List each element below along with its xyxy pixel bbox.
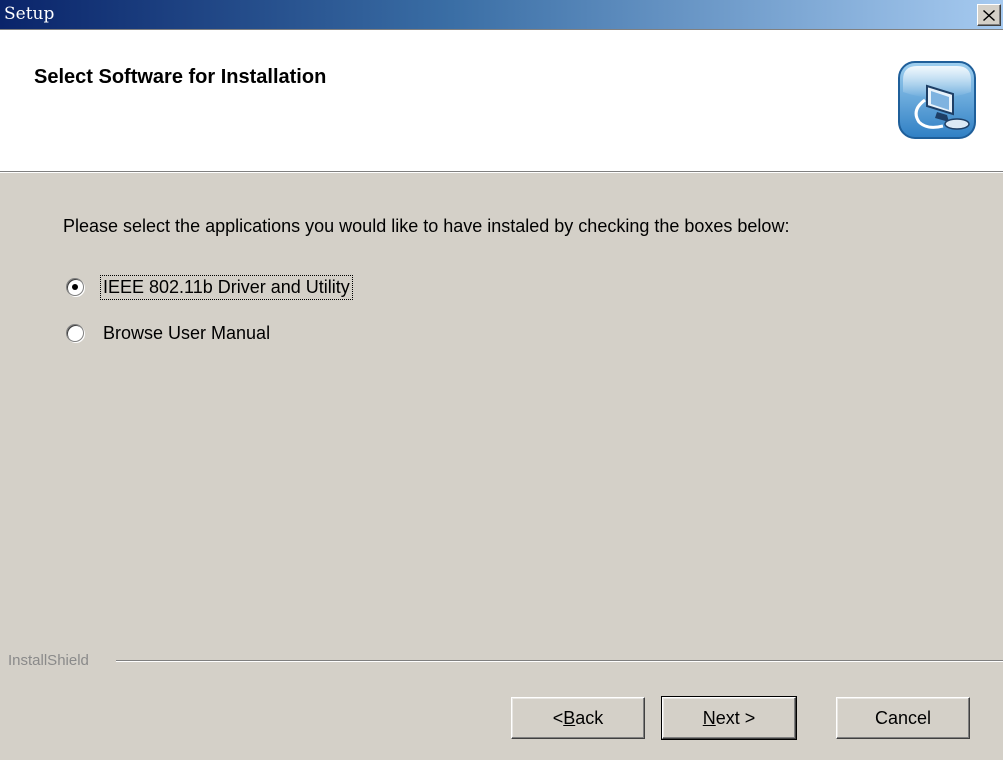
close-icon	[983, 9, 995, 21]
back-rest: ack	[575, 707, 604, 728]
radio-button-checked[interactable]	[66, 278, 84, 296]
installshield-brand: InstallShield	[8, 652, 89, 669]
option-label[interactable]: IEEE 802.11b Driver and Utility	[100, 274, 353, 300]
footer-divider	[116, 660, 1003, 662]
close-button[interactable]	[977, 4, 1001, 26]
next-mnemonic: N	[702, 707, 716, 728]
cancel-button[interactable]: Cancel	[836, 697, 970, 739]
window-title: Setup	[4, 4, 55, 24]
page-heading: Select Software for Installation	[34, 66, 327, 88]
title-bar[interactable]: Setup	[0, 0, 1003, 30]
next-rest: ext >	[715, 707, 756, 728]
back-prefix: <	[552, 707, 564, 728]
option-driver-utility[interactable]: IEEE 802.11b Driver and Utility	[66, 274, 353, 300]
option-user-manual[interactable]: Browse User Manual	[66, 320, 272, 346]
radio-button-unchecked[interactable]	[66, 324, 84, 342]
instructions-text: Please select the applications you would…	[63, 216, 790, 236]
header-panel: Select Software for Installation	[0, 30, 1003, 173]
setup-computer-icon	[898, 61, 976, 139]
back-button[interactable]: < Back	[511, 697, 645, 739]
option-label[interactable]: Browse User Manual	[101, 322, 272, 345]
next-button[interactable]: Next >	[661, 696, 797, 740]
back-mnemonic: B	[563, 707, 576, 728]
